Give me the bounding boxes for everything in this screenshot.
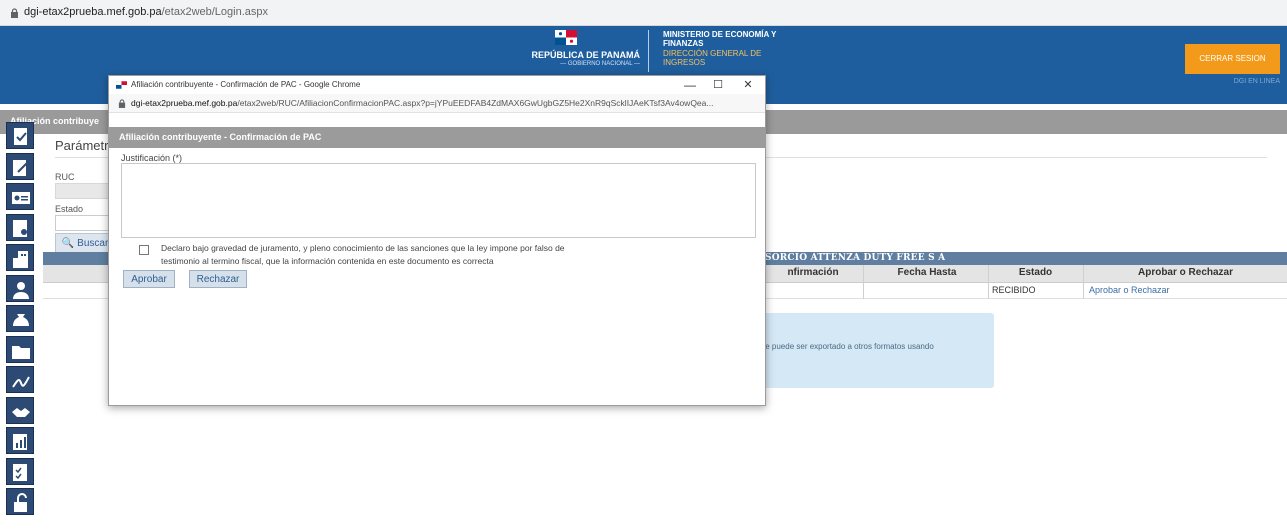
column-divider [1083, 283, 1084, 299]
column-divider [988, 283, 989, 299]
certificate-icon [13, 219, 27, 237]
popup-address-bar[interactable]: dgi-etax2prueba.mef.gob.pa/etax2web/RUC/… [109, 94, 765, 113]
search-button-label: Buscar [77, 237, 109, 249]
user-icon [13, 281, 29, 299]
checklist-icon[interactable] [6, 457, 34, 485]
lock-icon [11, 8, 18, 18]
column-divider [863, 265, 864, 283]
checklist-icon [13, 463, 27, 481]
check-doc-icon [14, 128, 27, 145]
edit-doc-icon[interactable] [6, 152, 34, 180]
signature-icon [12, 376, 30, 388]
panama-flag-icon [555, 30, 577, 45]
logout-button[interactable]: CERRAR SESION [1185, 44, 1280, 74]
handshake-icon[interactable] [6, 396, 34, 424]
ruc-label: RUC [55, 172, 75, 182]
estado-select[interactable] [55, 215, 111, 231]
edit-doc-icon [13, 159, 28, 176]
unlock-icon[interactable] [6, 488, 34, 515]
popup-window: Afiliación contribuyente - Confirmación … [108, 75, 766, 406]
minimize-icon[interactable]: — [681, 77, 699, 93]
column-header[interactable]: nfirmación [773, 267, 853, 278]
popup-url[interactable]: dgi-etax2prueba.mef.gob.pa/etax2web/RUC/… [131, 98, 756, 108]
handshake-icon [12, 407, 30, 417]
justification-label: Justificación (*) [121, 153, 183, 163]
column-header[interactable]: Estado [993, 267, 1078, 278]
window-titlebar[interactable]: Afiliación contribuyente - Confirmación … [109, 76, 765, 94]
folder-icon[interactable] [6, 335, 34, 363]
info-box: te puede ser exportado a otros formatos … [755, 313, 994, 388]
grid-title: SORCIO ATTENZA DUTY FREE S A [765, 253, 946, 263]
republic-label: REPÚBLICA DE PANAMÁ [531, 50, 640, 60]
browser-url[interactable]: dgi-etax2prueba.mef.gob.pa/etax2web/Logi… [24, 6, 268, 18]
column-divider [863, 283, 864, 299]
reject-button[interactable]: Rechazar [189, 270, 247, 288]
ruc-field[interactable] [55, 183, 111, 199]
building-icon [13, 251, 28, 268]
lock-icon [118, 99, 126, 108]
close-icon[interactable]: ✕ [739, 77, 757, 93]
id-card-icon [12, 192, 30, 204]
column-divider [1083, 265, 1084, 283]
user-icon[interactable] [6, 274, 34, 302]
column-header[interactable]: Aprobar o Rechazar [1088, 267, 1283, 278]
panama-flag-icon [116, 81, 127, 89]
direction-label: DIRECCIÓN GENERAL DE INGRESOS [663, 49, 762, 67]
declaration-checkbox[interactable] [139, 245, 149, 255]
search-icon: 🔍 [61, 237, 75, 249]
check-doc-icon[interactable] [6, 122, 34, 149]
government-label: — GOBIERNO NACIONAL — [560, 61, 640, 67]
section-title: Afiliación contribuyente - Confirmación … [119, 132, 322, 142]
report-icon[interactable] [6, 427, 34, 454]
building-icon[interactable] [6, 244, 34, 271]
id-card-icon[interactable] [6, 183, 34, 210]
declaration-text: Declaro bajo gravedad de juramento, y pl… [161, 243, 565, 266]
column-header[interactable]: Fecha Hasta [871, 267, 983, 278]
dgi-online-label: DGI EN LINEA [1233, 78, 1280, 85]
column-divider [988, 265, 989, 283]
certificate-icon[interactable] [6, 213, 34, 241]
ministry-label: MINISTERIO DE ECONOMÍA Y FINANZAS [663, 30, 777, 48]
window-title: Afiliación contribuyente - Confirmación … [131, 80, 361, 89]
search-button[interactable]: 🔍 Buscar [55, 233, 115, 253]
header-divider [648, 30, 649, 72]
maximize-icon[interactable]: ☐ [709, 77, 727, 93]
justification-textarea[interactable] [121, 163, 756, 238]
estado-label: Estado [55, 204, 84, 214]
parameters-title: Parámetro [55, 138, 116, 153]
info-text: te puede ser exportado a otros formatos … [763, 342, 934, 351]
section-header: Afiliación contribuyente - Confirmación … [109, 127, 765, 148]
approve-reject-link[interactable]: Aprobar o Rechazar [1089, 285, 1170, 295]
approve-button[interactable]: Aprobar [123, 270, 175, 288]
estado-cell: RECIBIDO [992, 285, 1036, 295]
money-bag-icon [13, 314, 29, 326]
money-bag-icon[interactable] [6, 305, 34, 332]
signature-icon[interactable] [6, 366, 34, 393]
folder-icon [12, 345, 30, 359]
browser-address-bar[interactable]: dgi-etax2prueba.mef.gob.pa/etax2web/Logi… [0, 0, 1287, 26]
report-icon [13, 434, 27, 450]
unlock-icon [14, 493, 27, 512]
